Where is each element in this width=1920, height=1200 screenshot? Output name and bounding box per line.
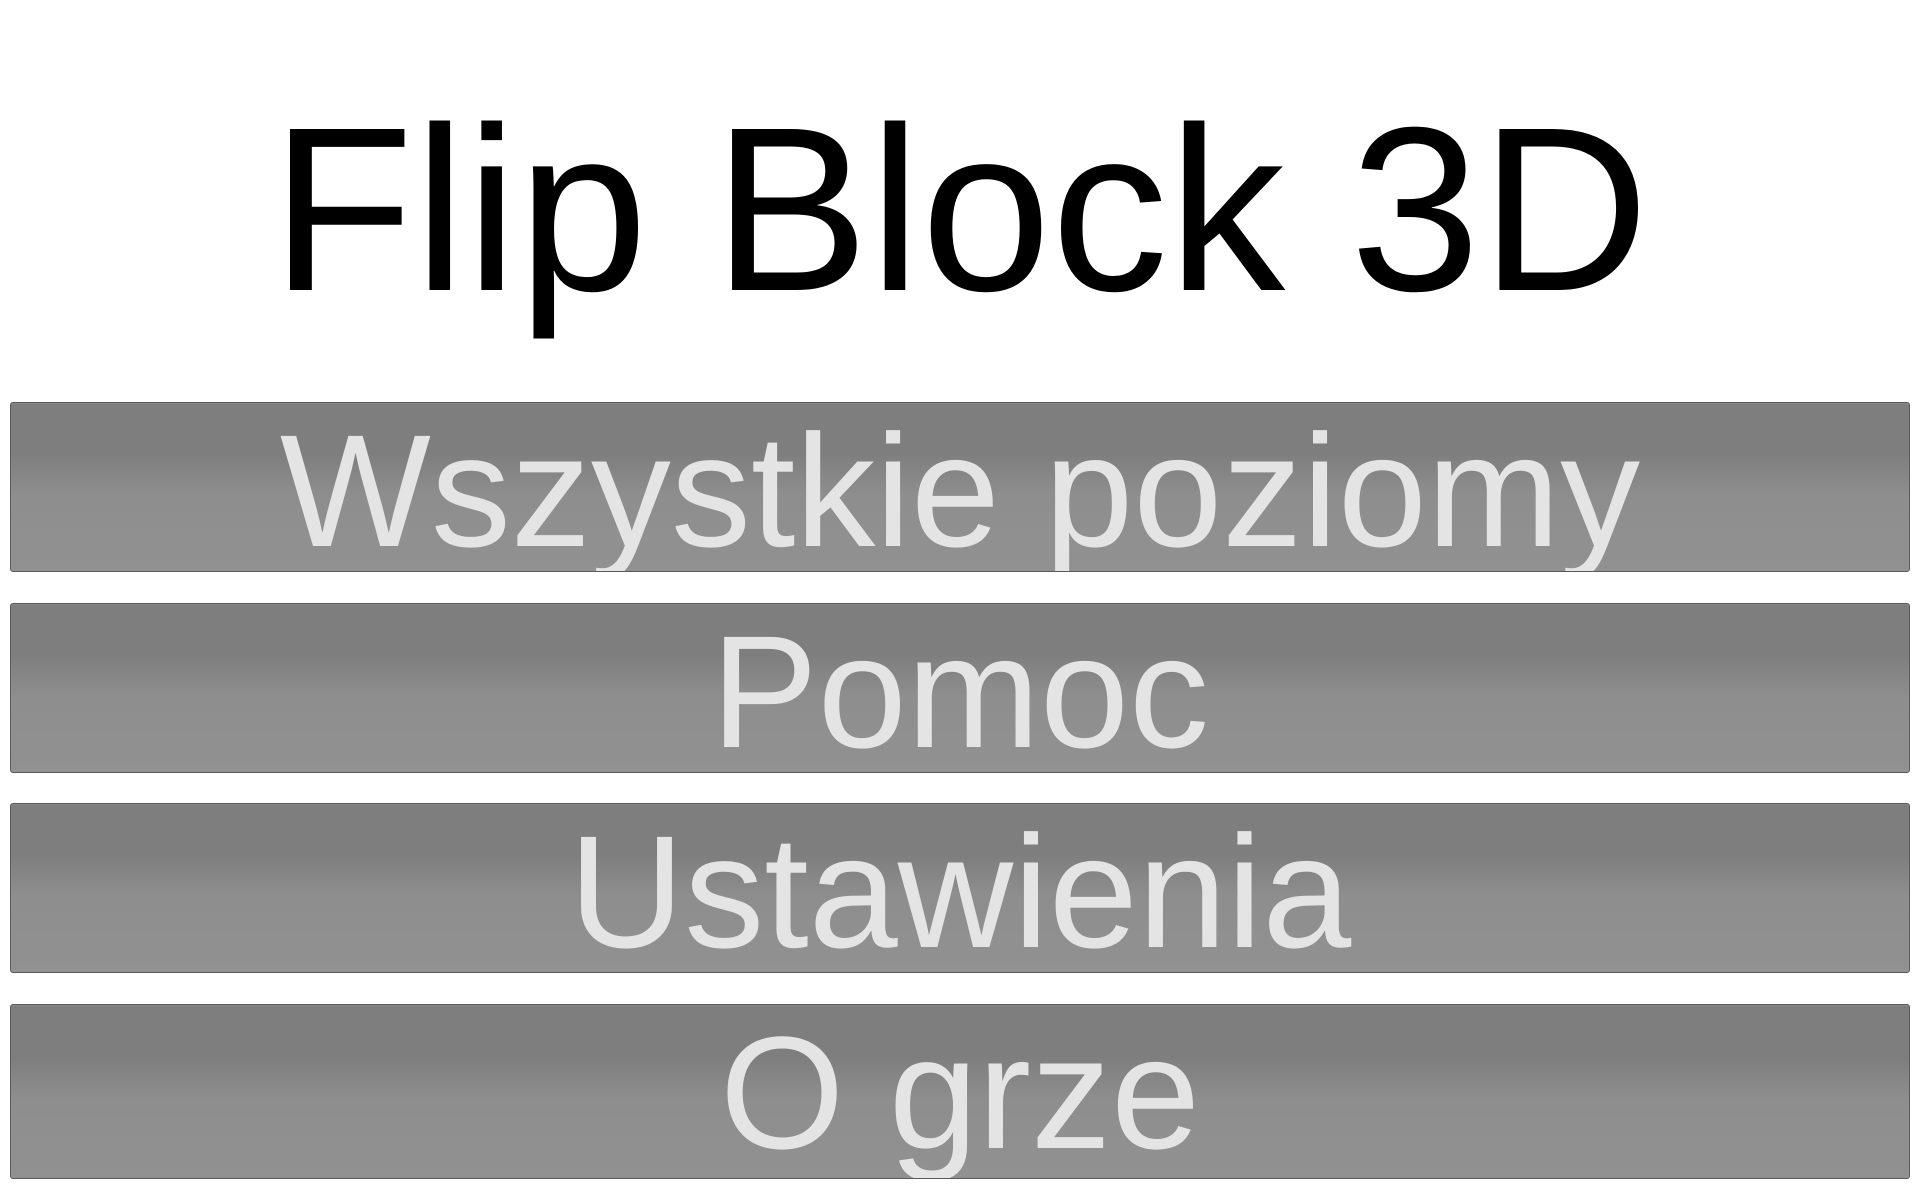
about-game-label: O grze	[719, 1004, 1201, 1179]
all-levels-label: Wszystkie poziomy	[279, 402, 1641, 572]
settings-label: Ustawienia	[568, 803, 1352, 973]
help-button[interactable]: Pomoc	[10, 603, 1910, 773]
all-levels-button[interactable]: Wszystkie poziomy	[10, 402, 1910, 572]
about-game-button[interactable]: O grze	[10, 1004, 1910, 1179]
game-title: Flip Block 3D	[270, 78, 1650, 340]
settings-button[interactable]: Ustawienia	[10, 803, 1910, 973]
help-label: Pomoc	[711, 603, 1209, 773]
